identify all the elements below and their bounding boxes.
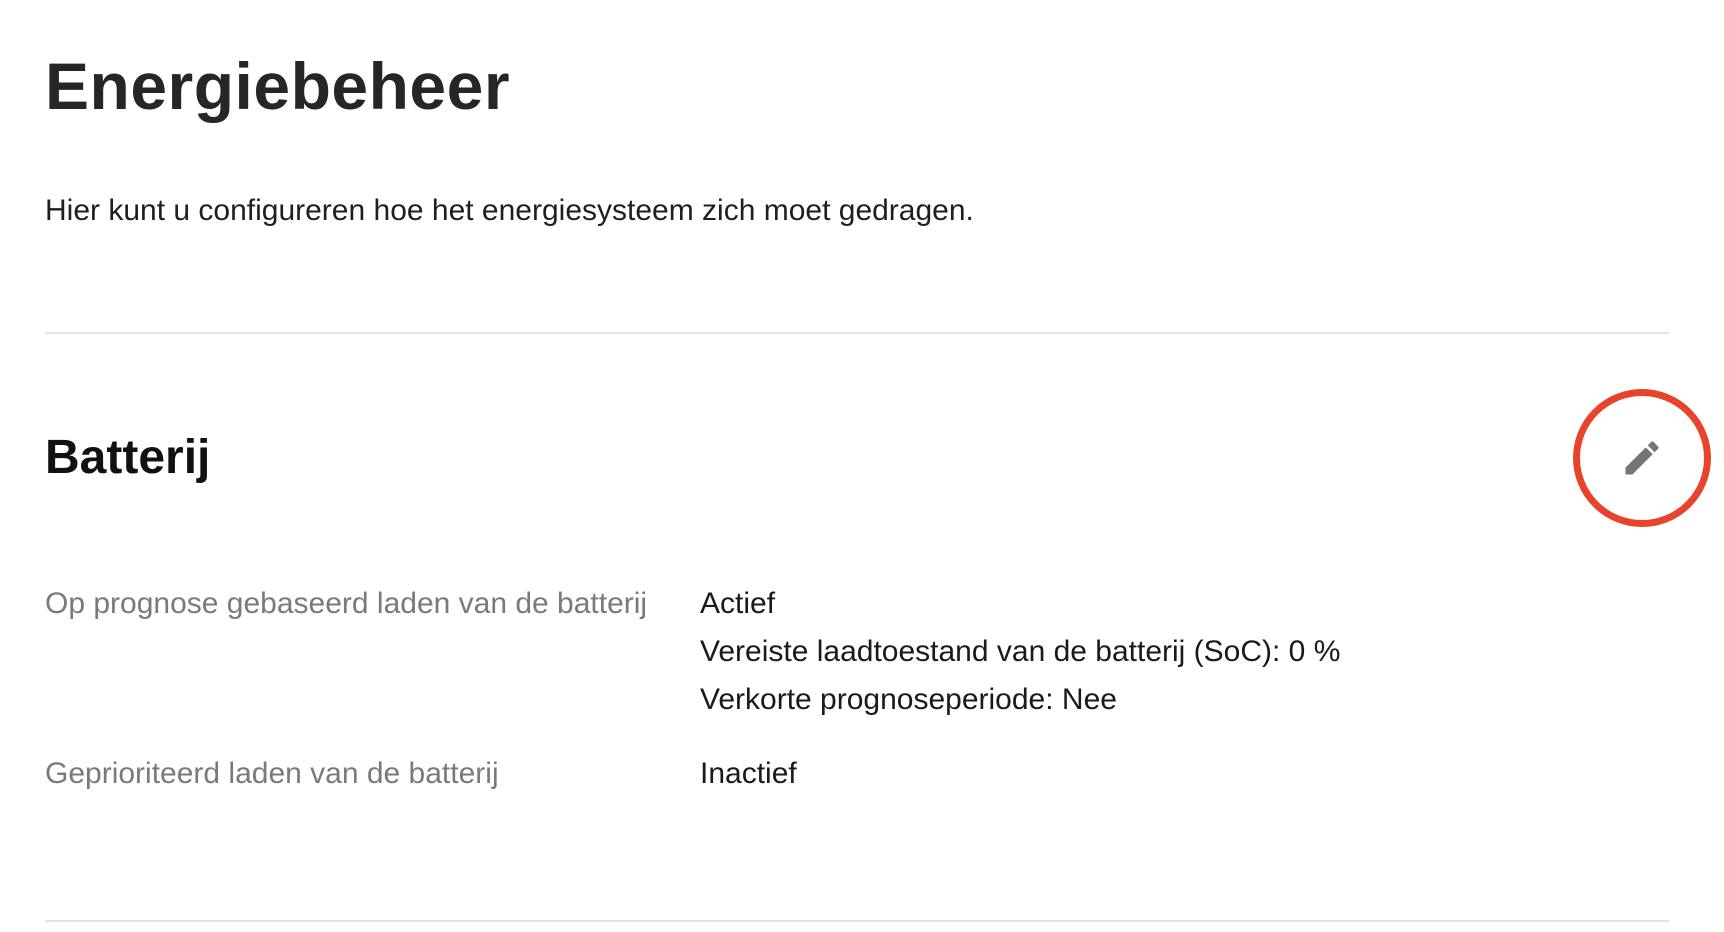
setting-value-shortened-forecast: Verkorte prognoseperiode: Nee xyxy=(700,683,1117,716)
pencil-icon xyxy=(1625,441,1659,475)
section-divider-bottom xyxy=(45,920,1669,922)
setting-label: Op prognose gebaseerd laden van de batte… xyxy=(45,587,648,620)
setting-value-status: Inactief xyxy=(700,757,797,790)
page-description: Hier kunt u configureren hoe het energie… xyxy=(45,194,974,227)
setting-value-required-soc: Vereiste laadtoestand van de batterij (S… xyxy=(700,635,1341,668)
setting-label: Geprioriteerd laden van de batterij xyxy=(45,757,499,790)
battery-settings-list: Op prognose gebaseerd laden van de batte… xyxy=(45,580,1645,824)
energy-management-page: Energiebeheer Hier kunt u configureren h… xyxy=(0,0,1724,932)
page-title: Energiebeheer xyxy=(45,49,511,123)
edit-battery-button[interactable] xyxy=(1573,389,1711,527)
setting-values: Inactief xyxy=(700,750,797,798)
setting-values: Actief Vereiste laadtoestand van de batt… xyxy=(700,580,1340,724)
setting-value-status: Actief xyxy=(700,587,776,620)
setting-row-forecast-charging: Op prognose gebaseerd laden van de batte… xyxy=(45,580,1645,724)
battery-section-title: Batterij xyxy=(45,431,211,484)
section-divider-top xyxy=(45,332,1669,334)
setting-row-prioritized-charging: Geprioriteerd laden van de batterij Inac… xyxy=(45,750,1645,798)
